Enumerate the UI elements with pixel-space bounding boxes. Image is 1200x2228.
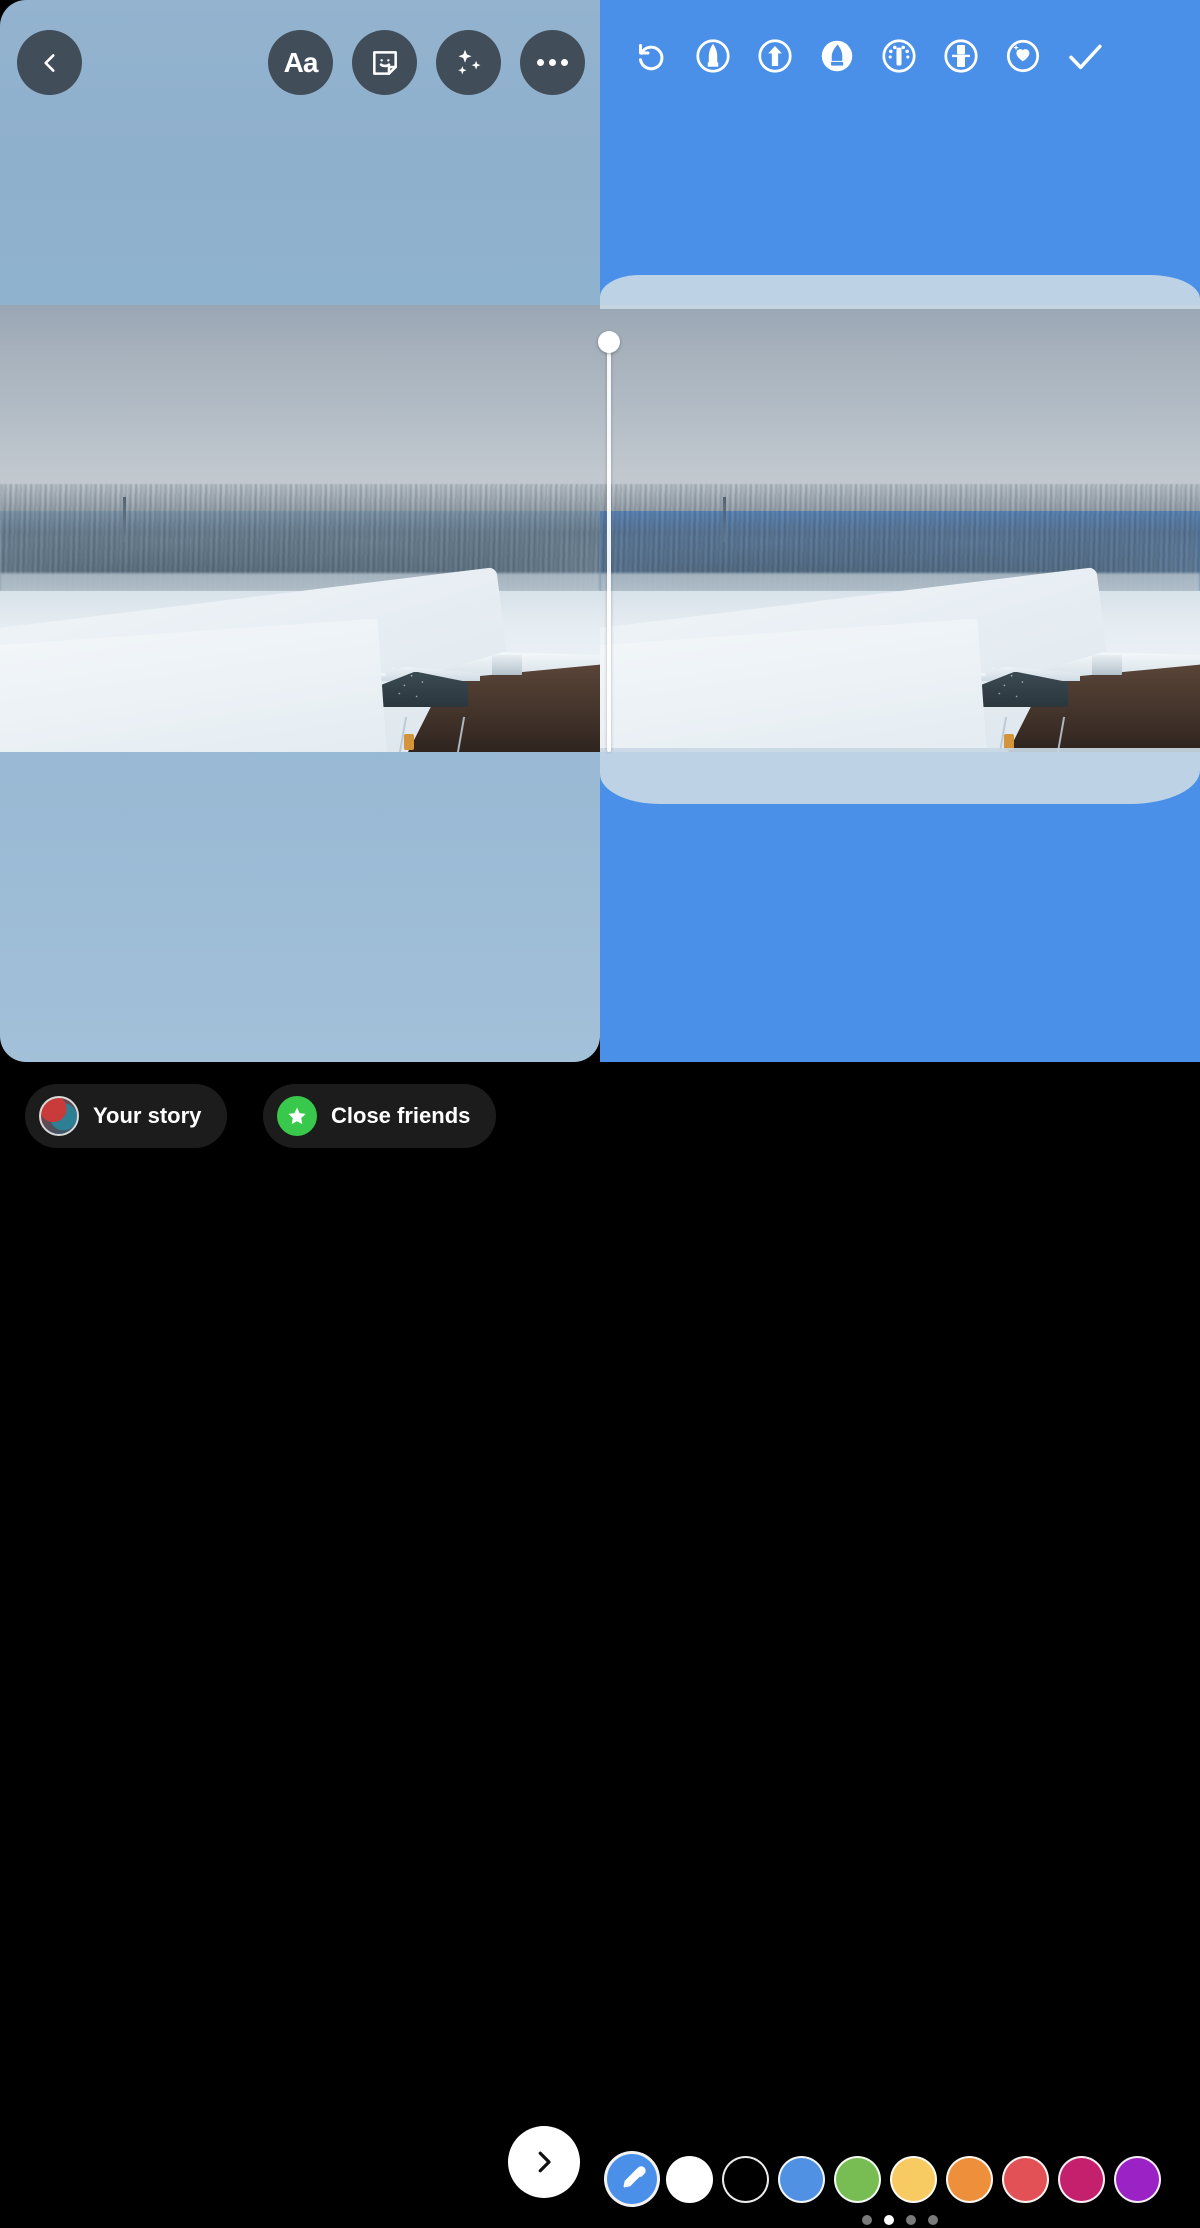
draw-toolbar xyxy=(600,27,1200,85)
more-options-button[interactable] xyxy=(520,30,585,95)
sparkles-icon xyxy=(452,46,486,80)
photo-chalet-left xyxy=(660,667,780,688)
green-star-icon xyxy=(277,1096,317,1136)
star-glyph xyxy=(285,1104,309,1128)
photo-pylon xyxy=(723,497,726,542)
color-swatch-white[interactable] xyxy=(666,2156,713,2203)
color-swatch-purple[interactable] xyxy=(1114,2156,1161,2203)
photo-chimney xyxy=(1092,655,1122,674)
story-photo-left[interactable] xyxy=(0,305,600,752)
ellipsis-icon xyxy=(537,59,568,66)
undo-button[interactable] xyxy=(620,27,682,85)
photo-chimney xyxy=(258,660,294,676)
arrow-tool-button[interactable] xyxy=(744,27,806,85)
neon-tool-button[interactable] xyxy=(868,27,930,85)
checkmark-icon xyxy=(1064,35,1106,77)
eraser-tool-button[interactable] xyxy=(930,27,992,85)
story-draw-panel-right xyxy=(600,0,1200,1062)
photo-pylon xyxy=(123,497,126,542)
brush-size-slider[interactable] xyxy=(604,305,614,752)
page-dot-active[interactable] xyxy=(884,2215,894,2225)
photo-chimney xyxy=(159,680,201,704)
photo-chalet-left xyxy=(60,667,180,688)
palette-page-indicator[interactable] xyxy=(600,2212,1200,2228)
story-photo-right[interactable] xyxy=(600,305,1200,752)
paint-stroke-top-edge xyxy=(600,275,1200,309)
eraser-tool-icon xyxy=(940,35,982,77)
color-palette xyxy=(600,2154,1200,2204)
arrow-up-tool-icon xyxy=(754,35,796,77)
sparkle-heart-tool-icon xyxy=(1002,35,1044,77)
photo-chimney xyxy=(249,676,273,697)
sticker-smiley-icon xyxy=(369,47,401,79)
photo-orange-marker xyxy=(1004,734,1014,750)
color-swatch-red[interactable] xyxy=(1002,2156,1049,2203)
marker-tool-button[interactable] xyxy=(806,27,868,85)
text-tool-label: Aa xyxy=(284,49,318,77)
photo-snow-roofs xyxy=(0,591,600,752)
neon-glow-tool-icon xyxy=(878,35,920,77)
eyedropper-icon xyxy=(617,2164,647,2194)
sticker-tool-button[interactable] xyxy=(352,30,417,95)
next-button[interactable] xyxy=(508,2126,580,2198)
photo-sky xyxy=(600,305,1200,511)
photo-house-far xyxy=(300,675,378,694)
brush-size-slider-knob[interactable] xyxy=(598,331,620,353)
draw-done-button[interactable] xyxy=(1054,27,1116,85)
undo-arrow-icon xyxy=(633,38,669,74)
color-swatch-black[interactable] xyxy=(722,2156,769,2203)
photo-chimney xyxy=(849,676,873,697)
chevron-left-icon xyxy=(37,50,63,76)
page-dot[interactable] xyxy=(862,2215,872,2225)
close-friends-label: Close friends xyxy=(331,1103,470,1129)
story-preview-panel-left: Aa xyxy=(0,0,600,1062)
photo-chimney xyxy=(144,704,162,717)
page-dot[interactable] xyxy=(928,2215,938,2225)
color-swatch-yellow[interactable] xyxy=(890,2156,937,2203)
photo-chimney xyxy=(75,696,105,714)
brush-size-slider-track[interactable] xyxy=(607,341,611,752)
photo-scene xyxy=(0,305,600,752)
story-top-toolbar: Aa xyxy=(0,30,600,100)
photo-chimney xyxy=(675,696,705,714)
photo-bare-tree xyxy=(972,659,1044,707)
photo-chimney xyxy=(858,660,894,676)
sparkle-heart-tool-button[interactable] xyxy=(992,27,1054,85)
color-swatch-blue[interactable] xyxy=(778,2156,825,2203)
eyedropper-button[interactable] xyxy=(607,2154,657,2204)
photo-snow-roofs xyxy=(600,591,1200,752)
color-swatch-orange[interactable] xyxy=(946,2156,993,2203)
photo-chimney xyxy=(759,680,801,704)
color-swatch-pink[interactable] xyxy=(1058,2156,1105,2203)
photo-chimney xyxy=(744,704,762,717)
photo-house-far xyxy=(900,675,978,694)
your-story-button[interactable]: Your story xyxy=(25,1084,227,1148)
photo-scene xyxy=(600,305,1200,752)
photo-bare-tree xyxy=(372,659,444,707)
photo-sky xyxy=(0,305,600,511)
marker-tool-icon xyxy=(816,35,858,77)
text-tool-button[interactable]: Aa xyxy=(268,30,333,95)
avatar xyxy=(39,1096,79,1136)
effects-tool-button[interactable] xyxy=(436,30,501,95)
close-friends-button[interactable]: Close friends xyxy=(263,1084,496,1148)
page-dot[interactable] xyxy=(906,2215,916,2225)
pen-tool-icon xyxy=(692,35,734,77)
pen-tool-button[interactable] xyxy=(682,27,744,85)
bottom-action-bar: Your story Close friends xyxy=(0,1062,1200,1171)
color-swatch-green[interactable] xyxy=(834,2156,881,2203)
back-button[interactable] xyxy=(17,30,82,95)
your-story-label: Your story xyxy=(93,1103,201,1129)
photo-chimney xyxy=(492,655,522,674)
paint-stroke-bottom-edge xyxy=(600,748,1200,804)
chevron-right-icon xyxy=(529,2147,559,2177)
photo-orange-marker xyxy=(404,734,414,750)
